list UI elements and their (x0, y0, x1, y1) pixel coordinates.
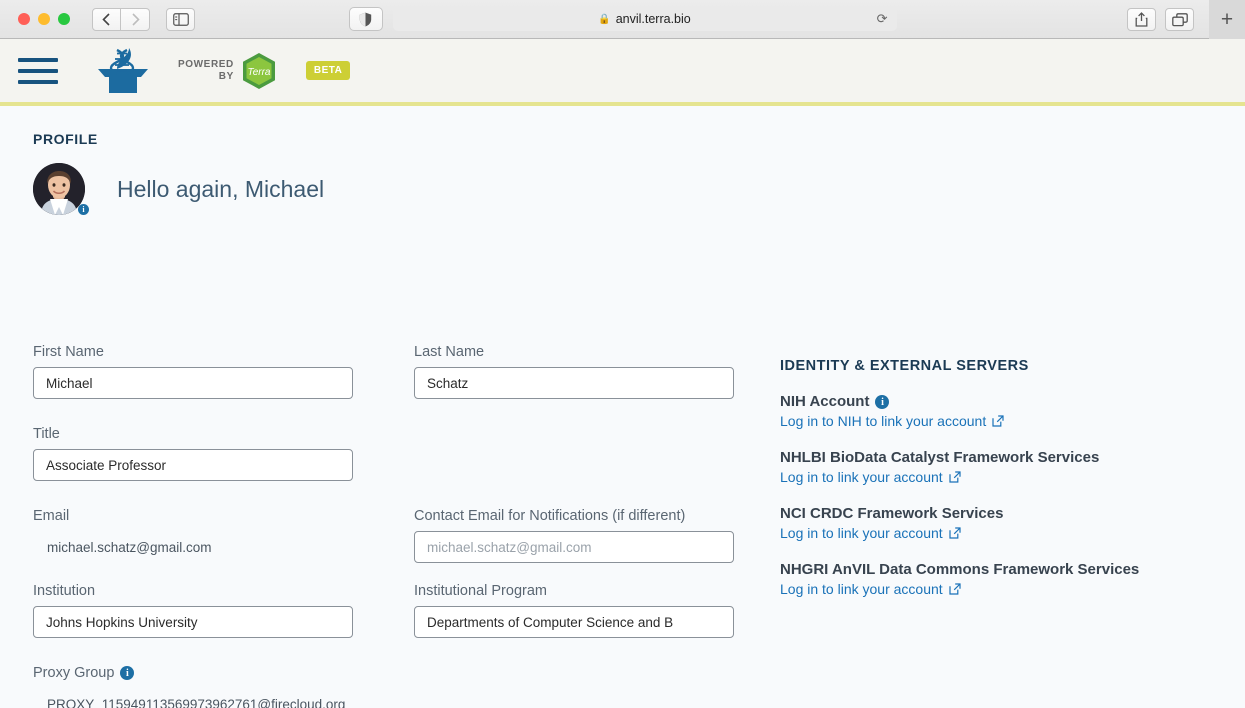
info-icon[interactable]: i (875, 395, 890, 410)
svg-text:Terra: Terra (247, 67, 270, 78)
new-tab-label: + (1220, 7, 1234, 31)
identity-name: NHLBI BioData Catalyst Framework Service… (780, 449, 1100, 466)
identity-link-text: Log in to link your account (780, 525, 943, 541)
hamburger-menu-icon[interactable] (18, 57, 58, 84)
chevron-left-icon (102, 12, 110, 26)
terra-logo: Terra (242, 52, 275, 89)
beta-badge: BETA (305, 61, 351, 80)
identity-link[interactable]: Log in to link your account (780, 581, 961, 597)
powered-by-text: POWERED BY (178, 59, 234, 83)
identity-name: NIH Account i (780, 393, 1220, 410)
info-icon[interactable]: i (120, 666, 135, 681)
minimize-window-button[interactable] (38, 13, 50, 25)
identity-link[interactable]: Log in to link your account (780, 469, 961, 485)
identity-name: NCI CRDC Framework Services (780, 505, 1004, 522)
external-link-icon (949, 527, 961, 539)
form-row-title: Title (33, 426, 753, 481)
identity-name: NHGRI AnVIL Data Commons Framework Servi… (780, 561, 1140, 578)
powered-by-line2: BY (218, 70, 234, 82)
field-email: Email michael.schatz@gmail.com (33, 508, 353, 563)
browser-chrome: 🔒 anvil.terra.bio ⟳ + (0, 0, 1245, 39)
last-name-input[interactable] (414, 367, 734, 399)
identity-section: IDENTITY & EXTERNAL SERVERS NIH Account i… (780, 358, 1220, 617)
form-row-proxy-group: Proxy Group i PROXY_115949113569973962761… (33, 665, 753, 708)
field-title: Title (33, 426, 353, 481)
first-name-label: First Name (33, 344, 104, 360)
proxy-group-value: PROXY_115949113569973962761@firecloud.or… (47, 697, 346, 708)
privacy-report-button[interactable] (348, 7, 383, 31)
share-button[interactable] (1127, 8, 1156, 31)
form-row-names: First Name Last Name (33, 344, 753, 399)
identity-section-title: IDENTITY & EXTERNAL SERVERS (780, 358, 1029, 374)
navigation-buttons (92, 7, 150, 31)
field-institutional-program: Institutional Program (414, 583, 734, 638)
field-last-name: Last Name (414, 344, 734, 399)
lock-icon: 🔒 (598, 13, 611, 25)
profile-page: PROFILE i Hello again, Michael First Nam… (0, 106, 1245, 708)
new-tab-button[interactable]: + (1209, 0, 1245, 39)
identity-name-text: NIH Account (780, 393, 870, 410)
back-button[interactable] (92, 7, 121, 31)
sidebar-toggle-icon (172, 12, 189, 26)
reload-icon[interactable]: ⟳ (877, 11, 888, 27)
form-row-institution: Institution Institutional Program (33, 583, 753, 638)
identity-link[interactable]: Log in to link your account (780, 525, 961, 541)
share-icon (1135, 12, 1148, 27)
institution-input[interactable] (33, 606, 353, 638)
anvil-logo (98, 47, 148, 93)
chevron-right-icon (131, 12, 140, 26)
privacy-shield-icon (359, 12, 372, 26)
forward-button[interactable] (121, 7, 150, 31)
field-first-name: First Name (33, 344, 353, 399)
institutional-program-label: Institutional Program (414, 583, 547, 599)
external-link-icon (949, 471, 961, 483)
institution-label: Institution (33, 583, 96, 599)
avatar-info-badge[interactable]: i (78, 204, 89, 215)
tab-overview-button[interactable] (1165, 8, 1194, 31)
external-link-icon (949, 583, 961, 595)
title-input[interactable] (33, 449, 353, 481)
identity-link-text: Log in to link your account (780, 581, 943, 597)
url-text: anvil.terra.bio (615, 12, 691, 26)
greeting-text: Hello again, Michael (117, 175, 325, 202)
address-bar-group: 🔒 anvil.terra.bio ⟳ (348, 7, 897, 31)
profile-form: First Name Last Name Title Email michael… (33, 344, 753, 708)
tab-overview-icon (1171, 12, 1188, 26)
email-label: Email (33, 508, 70, 524)
field-title-spacer (414, 426, 734, 481)
sidebar-toggle-button[interactable] (166, 7, 195, 31)
identity-link-text: Log in to NIH to link your account (780, 413, 987, 429)
identity-item-nhgri-anvil: NHGRI AnVIL Data Commons Framework Servi… (780, 561, 1220, 599)
last-name-label: Last Name (414, 344, 485, 360)
brand-group: POWERED BY Terra BETA (95, 45, 351, 97)
identity-link[interactable]: Log in to NIH to link your account (780, 413, 1004, 429)
form-row-email: Email michael.schatz@gmail.com Contact E… (33, 508, 753, 563)
email-value: michael.schatz@gmail.com (47, 540, 212, 555)
greeting-row: i Hello again, Michael (0, 147, 1245, 215)
identity-item-nci-crdc: NCI CRDC Framework Services Log in to li… (780, 505, 1220, 543)
maximize-window-button[interactable] (58, 13, 70, 25)
institutional-program-input[interactable] (414, 606, 734, 638)
proxy-group-label: Proxy Group i (33, 665, 553, 681)
window-traffic-lights (18, 13, 70, 25)
identity-item-nhlbi: NHLBI BioData Catalyst Framework Service… (780, 449, 1220, 487)
field-proxy-group: Proxy Group i PROXY_115949113569973962761… (33, 665, 553, 708)
chrome-right-buttons: + (1127, 0, 1245, 39)
field-institution: Institution (33, 583, 353, 638)
identity-link-text: Log in to link your account (780, 469, 943, 485)
title-label: Title (33, 426, 60, 442)
avatar[interactable]: i (33, 163, 89, 215)
first-name-input[interactable] (33, 367, 353, 399)
proxy-group-label-text: Proxy Group (33, 665, 115, 681)
contact-email-input[interactable] (414, 531, 734, 563)
close-window-button[interactable] (18, 13, 30, 25)
contact-email-label: Contact Email for Notifications (if diff… (414, 508, 686, 524)
url-bar[interactable]: 🔒 anvil.terra.bio ⟳ (392, 7, 897, 31)
app-header: POWERED BY Terra BETA (0, 39, 1245, 102)
external-link-icon (992, 415, 1004, 427)
identity-item-nih: NIH Account i Log in to NIH to link your … (780, 393, 1220, 431)
page-title: PROFILE (33, 131, 98, 147)
powered-by-line1: POWERED (178, 58, 234, 70)
field-contact-email: Contact Email for Notifications (if diff… (414, 508, 734, 563)
